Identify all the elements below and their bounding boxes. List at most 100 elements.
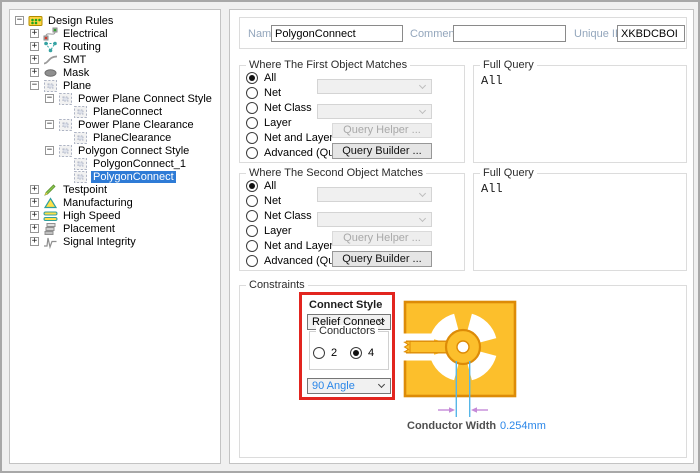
match-group-box: Where The First Object Matches AllNetNet…: [239, 65, 465, 163]
match-group-box: Where The Second Object Matches AllNetNe…: [239, 173, 465, 271]
full-query-value: All: [481, 182, 503, 196]
radio-icon: [246, 240, 258, 252]
routing-icon: [43, 40, 58, 54]
expand-icon[interactable]: +: [30, 42, 39, 51]
constraints-title: Constraints: [246, 279, 308, 292]
tree-item-signal-integrity[interactable]: + Signal Integrity: [10, 235, 220, 248]
unique-id-label: Unique ID: [574, 28, 623, 40]
radio-icon: [246, 195, 258, 207]
expand-icon[interactable]: +: [30, 211, 39, 220]
placement-icon: [43, 222, 58, 236]
match-combo-1: [317, 79, 432, 94]
radio-icon: [246, 180, 258, 192]
tree-item-planeconnect[interactable]: PlaneConnect: [10, 105, 220, 118]
angle-select[interactable]: 90 Angle: [307, 378, 391, 394]
tree-item-plane[interactable]: −Plane: [10, 79, 220, 92]
unique-id-input[interactable]: [617, 25, 685, 42]
tree-item-polygon-connect-style[interactable]: −Polygon Connect Style: [10, 144, 220, 157]
chevron-down-icon: [419, 107, 426, 114]
tree-item-polygonconnect-1[interactable]: PolygonConnect_1: [10, 157, 220, 170]
expand-icon[interactable]: +: [30, 198, 39, 207]
tree-item-design-rules[interactable]: −Design Rules: [10, 14, 220, 27]
collapse-icon[interactable]: −: [45, 94, 54, 103]
high-speed-icon: [43, 209, 58, 223]
radio-label: Net Class: [264, 102, 312, 114]
tree-item-placement[interactable]: + Placement: [10, 222, 220, 235]
mask-icon: [43, 66, 58, 80]
radio-icon: [246, 147, 258, 159]
radio-option-net-class[interactable]: Net Class: [246, 101, 312, 114]
tree-item-electrical[interactable]: +Electrical: [10, 27, 220, 40]
radio-icon: [246, 225, 258, 237]
radio-option-net-and-layer[interactable]: Net and Layer: [246, 131, 333, 144]
tree-item-manufacturing[interactable]: +Manufacturing: [10, 196, 220, 209]
radio-option-layer[interactable]: Layer: [246, 116, 292, 129]
full-query-value: All: [481, 74, 503, 88]
tree-spacer: [60, 133, 69, 142]
tree-item-label: SMT: [61, 54, 88, 66]
radio-label: All: [264, 180, 276, 192]
query-builder-button[interactable]: Query Builder ...: [332, 251, 432, 267]
query-builder-button[interactable]: Query Builder ...: [332, 143, 432, 159]
radio-option-all[interactable]: All: [246, 179, 276, 192]
manufacturing-icon: [43, 196, 58, 210]
rule-editor-panel: Name Comment Unique ID Where The First O…: [229, 9, 694, 464]
expand-icon[interactable]: +: [30, 68, 39, 77]
name-input[interactable]: [271, 25, 403, 42]
collapse-icon[interactable]: −: [45, 146, 54, 155]
rule-type-icon: [58, 92, 73, 106]
tree-item-power-plane-connect-style[interactable]: −Power Plane Connect Style: [10, 92, 220, 105]
expand-icon[interactable]: +: [30, 185, 39, 194]
radio-label: All: [264, 72, 276, 84]
conductor-option-4[interactable]: 4: [350, 346, 374, 359]
tree-item-label: Power Plane Clearance: [76, 119, 196, 131]
chevron-down-icon: [378, 381, 385, 388]
match-combo-1: [317, 187, 432, 202]
expand-icon[interactable]: +: [30, 55, 39, 64]
tree-item-polygonconnect[interactable]: PolygonConnect: [10, 170, 220, 183]
collapse-icon[interactable]: −: [15, 16, 24, 25]
match-combo-2: [317, 212, 432, 227]
comment-input[interactable]: [453, 25, 566, 42]
radio-option-all[interactable]: All: [246, 71, 276, 84]
radio-label: 4: [368, 347, 374, 359]
connect-style-label: Connect Style: [309, 299, 382, 311]
plane-icon: [43, 79, 58, 93]
full-query-box: Full Query All: [473, 65, 687, 163]
tree-item-label: Signal Integrity: [61, 236, 138, 248]
expand-icon[interactable]: +: [30, 224, 39, 233]
radio-option-net[interactable]: Net: [246, 86, 281, 99]
radio-icon: [246, 255, 258, 267]
radio-option-net-class[interactable]: Net Class: [246, 209, 312, 222]
electrical-icon: [43, 27, 58, 41]
radio-icon: [350, 347, 362, 359]
tree-item-mask[interactable]: +Mask: [10, 66, 220, 79]
radio-icon: [246, 72, 258, 84]
radio-option-layer[interactable]: Layer: [246, 224, 292, 237]
expand-icon[interactable]: +: [30, 29, 39, 38]
radio-option-net-and-layer[interactable]: Net and Layer: [246, 239, 333, 252]
radio-label: 2: [331, 347, 337, 359]
expand-icon[interactable]: +: [30, 237, 39, 246]
comment-label: Comment: [410, 28, 458, 40]
pcb-rules-dialog: −Design Rules+Electrical+Routing+SMT+Mas…: [0, 0, 700, 473]
tree-item-label: Placement: [61, 223, 117, 235]
tree-item-label: PlaneConnect: [91, 106, 164, 118]
radio-option-net[interactable]: Net: [246, 194, 281, 207]
tree-item-high-speed[interactable]: +High Speed: [10, 209, 220, 222]
radio-icon: [246, 210, 258, 222]
rules-tree: −Design Rules+Electrical+Routing+SMT+Mas…: [10, 14, 220, 248]
collapse-icon[interactable]: −: [30, 81, 39, 90]
tree-item-power-plane-clearance[interactable]: − Power Plane Clearance: [10, 118, 220, 131]
radio-label: Net and Layer: [264, 132, 333, 144]
conductor-option-2[interactable]: 2: [313, 346, 337, 359]
tree-item-planeclearance[interactable]: PlaneClearance: [10, 131, 220, 144]
tree-item-smt[interactable]: + SMT: [10, 53, 220, 66]
tree-item-testpoint[interactable]: +Testpoint: [10, 183, 220, 196]
tree-item-routing[interactable]: +Routing: [10, 40, 220, 53]
rule-identity-box: Name Comment Unique ID: [239, 17, 687, 49]
rule-icon: [73, 157, 88, 171]
radio-label: Net and Layer: [264, 240, 333, 252]
collapse-icon[interactable]: −: [45, 120, 54, 129]
query-helper-button: Query Helper ...: [332, 231, 432, 246]
